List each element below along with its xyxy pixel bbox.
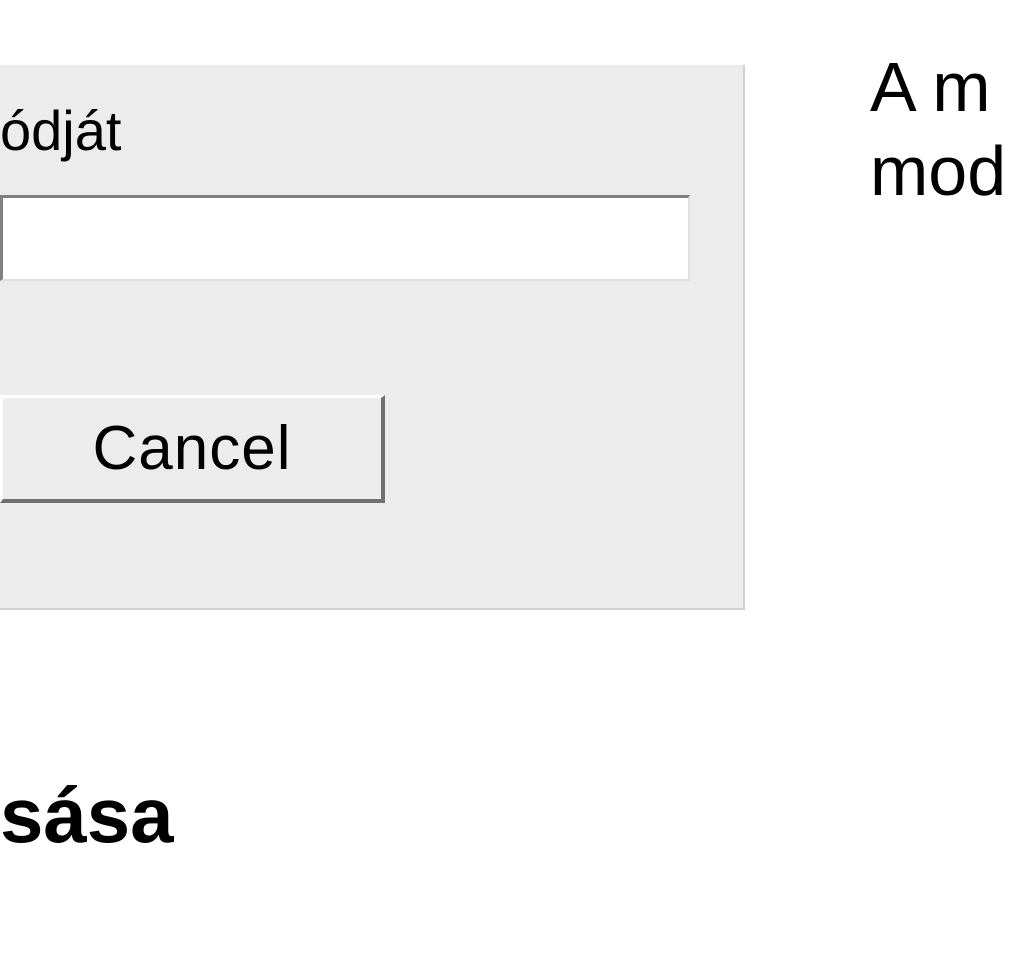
dialog-prompt-label: ódját — [0, 98, 121, 163]
side-text-block: A m mod — [870, 45, 1006, 213]
side-text-line1: A m — [870, 45, 1006, 129]
dialog-panel: ódját Cancel — [0, 65, 745, 610]
side-text-line2: mod — [870, 129, 1006, 213]
section-heading: sása — [0, 770, 174, 861]
code-input[interactable] — [0, 195, 690, 281]
cancel-button[interactable]: Cancel — [0, 395, 385, 503]
